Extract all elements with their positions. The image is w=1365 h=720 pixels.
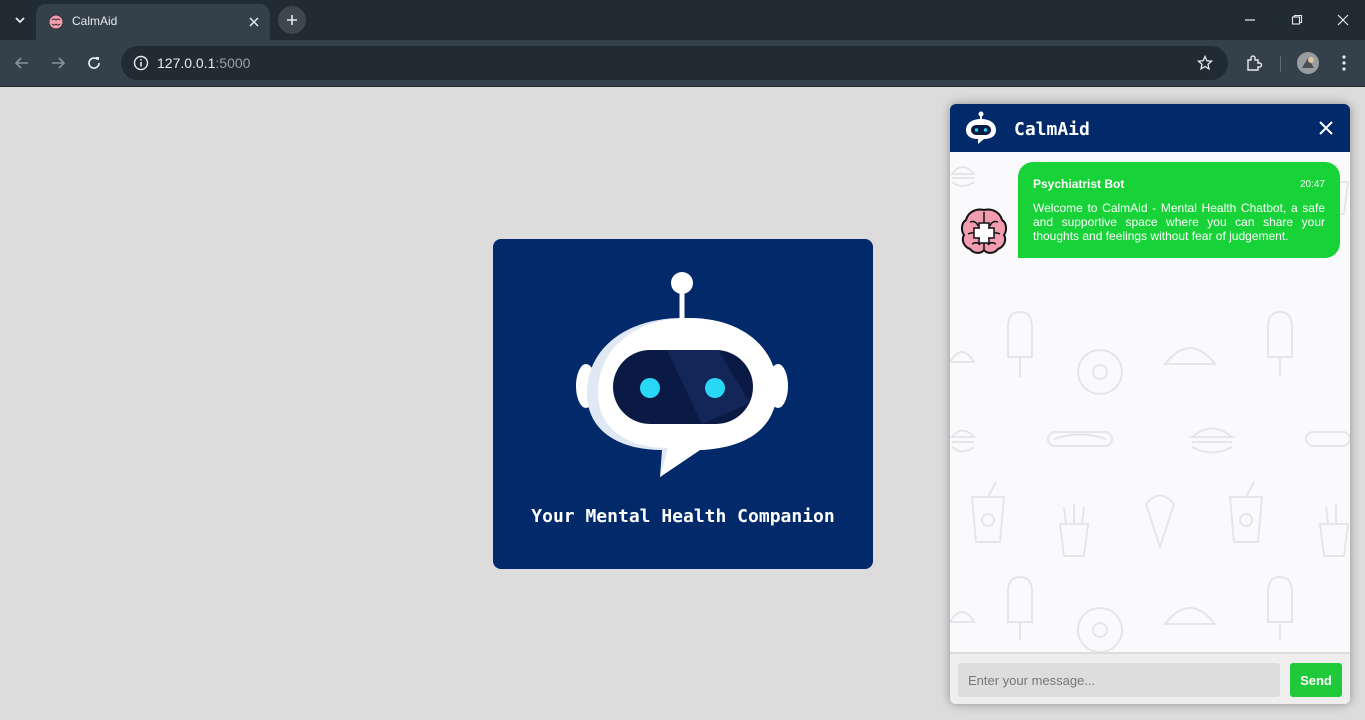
hero-title: Your Mental Health Companion [531, 506, 835, 527]
message-time: 20:47 [1299, 179, 1325, 190]
robot-avatar-icon [966, 111, 996, 144]
url-port: :5000 [215, 55, 251, 71]
brain-icon [960, 208, 1008, 254]
browser-tab[interactable]: CalmAid [36, 4, 270, 40]
chat-input-area: Send [950, 652, 1350, 704]
message-text: Welcome to CalmAid - Mental Health Chatb… [1033, 201, 1325, 243]
chat-widget: CalmAid Psychiatrist Bot 20:47 Welcome t… [950, 104, 1350, 704]
tab-title: CalmAid [72, 14, 118, 28]
address-bar[interactable]: 127.0.0.1:5000 [121, 46, 1228, 80]
minimize-icon[interactable] [1238, 8, 1262, 32]
info-icon[interactable] [129, 51, 153, 75]
url-host: 127.0.0.1 [157, 55, 216, 71]
send-button[interactable]: Send [1290, 663, 1342, 697]
tab-search-icon[interactable] [8, 8, 32, 32]
browser-toolbar: 127.0.0.1:5000 [0, 40, 1365, 87]
close-icon[interactable] [244, 12, 264, 32]
toolbar-divider [1280, 56, 1281, 72]
reload-icon[interactable] [82, 51, 106, 75]
browser-tab-strip: CalmAid [0, 0, 1365, 40]
message-input[interactable] [958, 663, 1280, 697]
chat-header: CalmAid [950, 104, 1350, 152]
star-icon[interactable] [1194, 52, 1216, 74]
close-icon[interactable] [1316, 118, 1336, 138]
forward-icon[interactable] [46, 51, 70, 75]
bot-message-bubble: Psychiatrist Bot 20:47 Welcome to CalmAi… [1018, 162, 1340, 258]
brain-icon [48, 14, 64, 30]
chat-messages[interactable]: Psychiatrist Bot 20:47 Welcome to CalmAi… [950, 152, 1350, 652]
extensions-icon[interactable] [1242, 51, 1266, 75]
kebab-menu-icon[interactable] [1332, 51, 1356, 75]
robot-icon [576, 272, 788, 477]
chat-title: CalmAid [1014, 119, 1090, 140]
back-icon[interactable] [10, 51, 34, 75]
restore-icon[interactable] [1285, 8, 1309, 32]
url-text: 127.0.0.1:5000 [157, 55, 250, 71]
message-sender: Psychiatrist Bot [1033, 177, 1125, 191]
window-close-icon[interactable] [1331, 8, 1355, 32]
plus-icon[interactable] [278, 6, 306, 34]
profile-avatar[interactable] [1297, 52, 1319, 74]
